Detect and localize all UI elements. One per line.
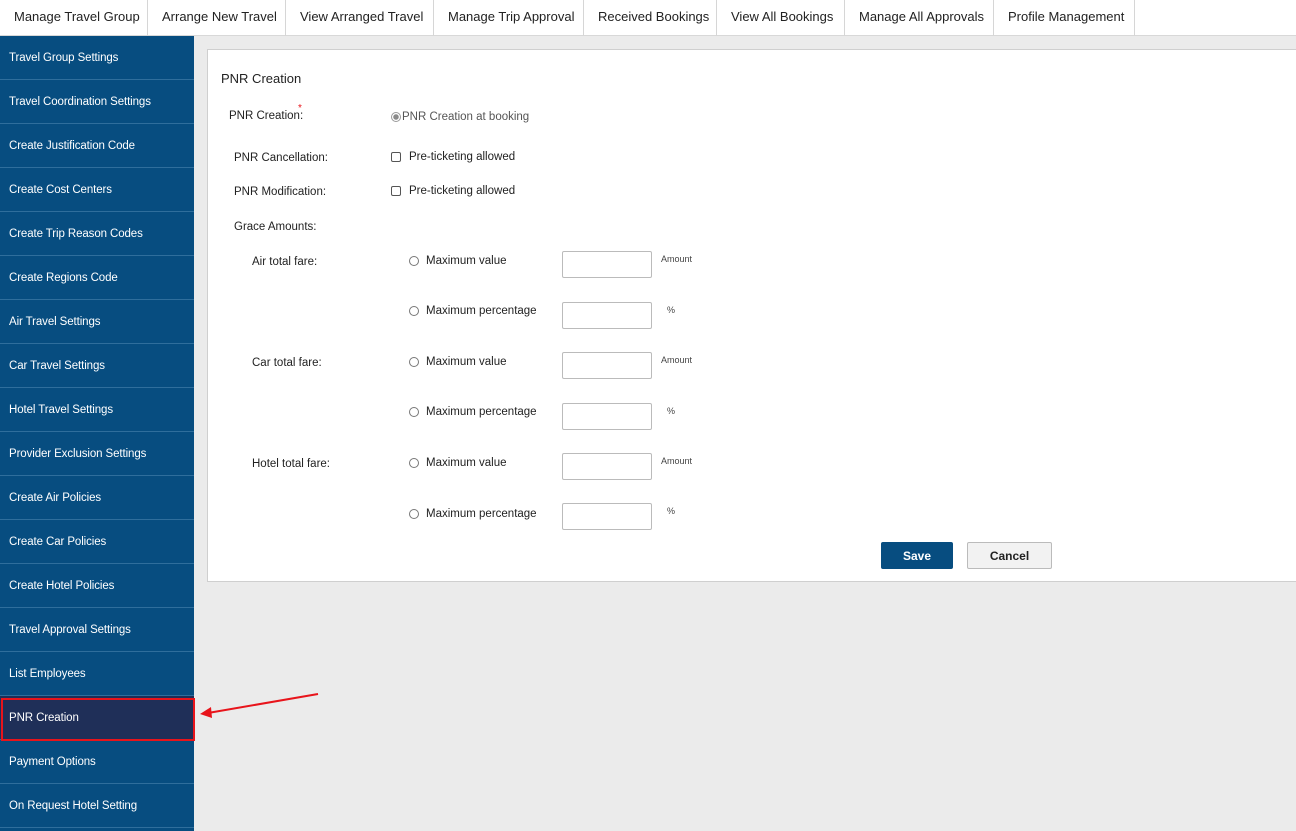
air-amount-unit: Amount <box>661 254 693 264</box>
pnr-modification-option[interactable]: Pre-ticketing allowed <box>391 185 515 197</box>
car-max-pct-option[interactable]: Maximum percentage <box>409 406 537 418</box>
pnr-cancellation-option-label: Pre-ticketing allowed <box>409 151 516 163</box>
pnr-cancellation-label: PNR Cancellation: <box>234 152 328 164</box>
sidebar-item-travel-coordination-settings[interactable]: Travel Coordination Settings <box>0 80 194 124</box>
sidebar-item-travel-approval-settings[interactable]: Travel Approval Settings <box>0 608 194 652</box>
pnr-creation-at-booking-option[interactable]: PNR Creation at booking <box>391 111 529 123</box>
sidebar-item-on-request-hotel-setting[interactable]: On Request Hotel Setting <box>0 784 194 828</box>
pnr-modification-label: PNR Modification: <box>234 186 327 198</box>
pnr-creation-at-booking-label: PNR Creation at booking <box>402 111 530 123</box>
cancel-button[interactable]: Cancel <box>967 542 1052 569</box>
air-max-value-input[interactable] <box>562 251 652 278</box>
car-max-pct-radio[interactable] <box>409 407 419 417</box>
hotel-max-pct-label: Maximum percentage <box>426 508 537 520</box>
air-max-pct-input[interactable] <box>562 302 652 329</box>
car-max-value-label: Maximum value <box>426 356 507 368</box>
top-nav: Manage Travel Group Arrange New Travel V… <box>0 0 1296 36</box>
sidebar-item-list-employees[interactable]: List Employees <box>0 652 194 696</box>
hotel-max-pct-input[interactable] <box>562 503 652 530</box>
tab-profile-management[interactable]: Profile Management <box>994 0 1135 36</box>
tab-view-all-bookings[interactable]: View All Bookings <box>717 0 845 36</box>
hotel-total-fare-label: Hotel total fare: <box>252 458 330 470</box>
tab-received-bookings[interactable]: Received Bookings <box>584 0 717 36</box>
pnr-creation-panel: PNR Creation PNR Creation: * PNR Creatio… <box>207 49 1296 582</box>
pnr-modification-option-label: Pre-ticketing allowed <box>409 185 516 197</box>
tab-manage-all-approvals[interactable]: Manage All Approvals <box>845 0 994 36</box>
pnr-cancellation-checkbox[interactable] <box>391 152 401 162</box>
tab-view-arranged-travel[interactable]: View Arranged Travel <box>286 0 434 36</box>
sidebar-item-travel-group-settings[interactable]: Travel Group Settings <box>0 36 194 80</box>
car-max-value-option[interactable]: Maximum value <box>409 356 507 368</box>
grace-amounts-label: Grace Amounts: <box>234 221 317 233</box>
hotel-pct-unit: % <box>667 506 676 516</box>
hotel-amount-unit: Amount <box>661 456 693 466</box>
car-max-pct-label: Maximum percentage <box>426 406 537 418</box>
air-max-value-option[interactable]: Maximum value <box>409 255 507 267</box>
tab-arrange-new-travel[interactable]: Arrange New Travel <box>148 0 286 36</box>
sidebar: Travel Group Settings Travel Coordinatio… <box>0 36 194 831</box>
air-max-pct-label: Maximum percentage <box>426 305 537 317</box>
car-total-fare-label: Car total fare: <box>252 357 322 369</box>
air-max-value-radio[interactable] <box>409 256 419 266</box>
sidebar-item-pnr-creation[interactable]: PNR Creation <box>0 696 194 740</box>
sidebar-item-hotel-travel-settings[interactable]: Hotel Travel Settings <box>0 388 194 432</box>
sidebar-item-create-hotel-policies[interactable]: Create Hotel Policies <box>0 564 194 608</box>
pnr-modification-checkbox[interactable] <box>391 186 401 196</box>
hotel-max-pct-option[interactable]: Maximum percentage <box>409 508 537 520</box>
required-marker: * <box>298 103 302 114</box>
pnr-creation-radio[interactable] <box>391 112 401 122</box>
sidebar-item-create-regions-code[interactable]: Create Regions Code <box>0 256 194 300</box>
pnr-cancellation-option[interactable]: Pre-ticketing allowed <box>391 151 515 163</box>
sidebar-item-air-travel-settings[interactable]: Air Travel Settings <box>0 300 194 344</box>
tab-manage-trip-approval[interactable]: Manage Trip Approval <box>434 0 584 36</box>
tab-manage-travel-group[interactable]: Manage Travel Group <box>0 0 148 36</box>
hotel-max-value-option[interactable]: Maximum value <box>409 457 507 469</box>
sidebar-item-payment-options[interactable]: Payment Options <box>0 740 194 784</box>
sidebar-item-create-air-policies[interactable]: Create Air Policies <box>0 476 194 520</box>
save-button[interactable]: Save <box>881 542 953 569</box>
annotation-arrow-icon <box>200 693 319 718</box>
air-max-pct-radio[interactable] <box>409 306 419 316</box>
car-max-value-radio[interactable] <box>409 357 419 367</box>
car-max-pct-input[interactable] <box>562 403 652 430</box>
pnr-creation-label: PNR Creation: <box>229 110 304 122</box>
air-max-value-label: Maximum value <box>426 255 507 267</box>
hotel-max-pct-radio[interactable] <box>409 509 419 519</box>
hotel-max-value-label: Maximum value <box>426 457 507 469</box>
panel-title: PNR Creation <box>221 71 302 86</box>
sidebar-item-provider-exclusion-settings[interactable]: Provider Exclusion Settings <box>0 432 194 476</box>
sidebar-item-create-cost-centers[interactable]: Create Cost Centers <box>0 168 194 212</box>
sidebar-item-create-trip-reason-codes[interactable]: Create Trip Reason Codes <box>0 212 194 256</box>
sidebar-item-create-car-policies[interactable]: Create Car Policies <box>0 520 194 564</box>
air-pct-unit: % <box>667 305 676 315</box>
sidebar-item-car-travel-settings[interactable]: Car Travel Settings <box>0 344 194 388</box>
hotel-max-value-input[interactable] <box>562 453 652 480</box>
car-max-value-input[interactable] <box>562 352 652 379</box>
hotel-max-value-radio[interactable] <box>409 458 419 468</box>
air-max-pct-option[interactable]: Maximum percentage <box>409 305 537 317</box>
air-total-fare-label: Air total fare: <box>252 256 318 268</box>
car-pct-unit: % <box>667 406 676 416</box>
car-amount-unit: Amount <box>661 355 693 365</box>
sidebar-item-create-justification-code[interactable]: Create Justification Code <box>0 124 194 168</box>
